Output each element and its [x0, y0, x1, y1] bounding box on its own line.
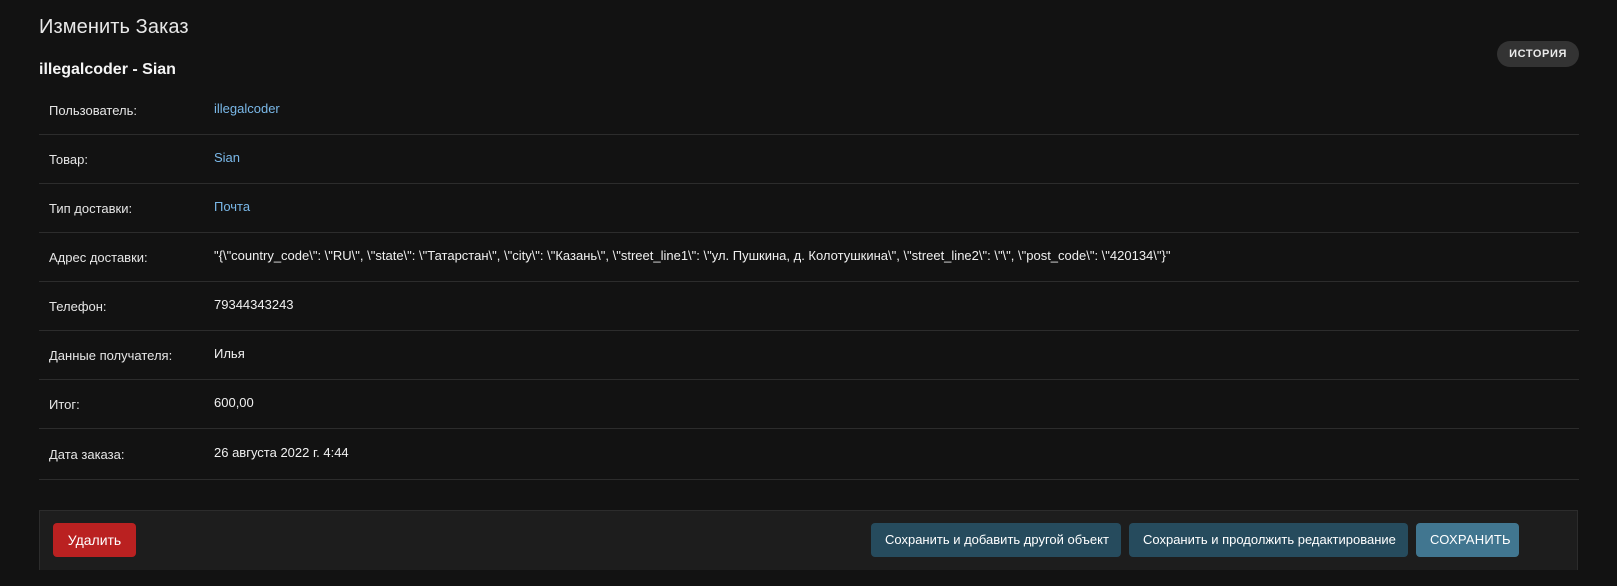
field-label: Товар:: [49, 151, 88, 167]
field-label: Адрес доставки:: [49, 249, 148, 265]
page-title: Изменить Заказ: [39, 16, 189, 38]
field-row-phone: Телефон: 79344343243: [39, 282, 1579, 331]
order-date-value: 26 августа 2022 г. 4:44: [214, 445, 349, 460]
field-label: Тип доставки:: [49, 200, 133, 216]
field-row-total: Итог: 600,00: [39, 380, 1579, 429]
product-link[interactable]: Sian: [214, 150, 240, 165]
change-order-page: Изменить Заказ История illegalcoder - Si…: [0, 0, 1617, 586]
save-button[interactable]: Сохранить: [1416, 523, 1519, 557]
save-and-continue-button[interactable]: Сохранить и продолжить редактирование: [1129, 523, 1408, 557]
submit-row: Удалить Сохранить и добавить другой объе…: [39, 510, 1578, 570]
field-label: Пользователь:: [49, 102, 137, 118]
field-row-delivery-type: Тип доставки: Почта: [39, 184, 1579, 233]
order-fields: Пользователь: illegalcoder Товар: Sian Т…: [39, 86, 1579, 480]
field-row-recipient: Данные получателя: Илья: [39, 331, 1579, 380]
total-value: 600,00: [214, 395, 254, 410]
phone-value: 79344343243: [214, 297, 294, 312]
delivery-address-value: "{\"country_code\": \"RU\", \"state\": \…: [214, 248, 1171, 263]
field-label: Телефон:: [49, 298, 107, 314]
field-row-user: Пользователь: illegalcoder: [39, 86, 1579, 135]
field-label: Данные получателя:: [49, 347, 173, 363]
delivery-type-link[interactable]: Почта: [214, 199, 250, 214]
field-row-product: Товар: Sian: [39, 135, 1579, 184]
object-title: illegalcoder - Sian: [39, 61, 176, 78]
field-row-delivery-address: Адрес доставки: "{\"country_code\": \"RU…: [39, 233, 1579, 282]
recipient-value: Илья: [214, 346, 245, 361]
field-label: Итог:: [49, 396, 80, 412]
save-and-add-another-button[interactable]: Сохранить и добавить другой объект: [871, 523, 1121, 557]
user-link[interactable]: illegalcoder: [214, 101, 280, 116]
field-label: Дата заказа:: [49, 446, 125, 462]
delete-button[interactable]: Удалить: [53, 523, 136, 557]
history-button[interactable]: История: [1497, 41, 1579, 67]
field-row-order-date: Дата заказа: 26 августа 2022 г. 4:44: [39, 429, 1579, 480]
